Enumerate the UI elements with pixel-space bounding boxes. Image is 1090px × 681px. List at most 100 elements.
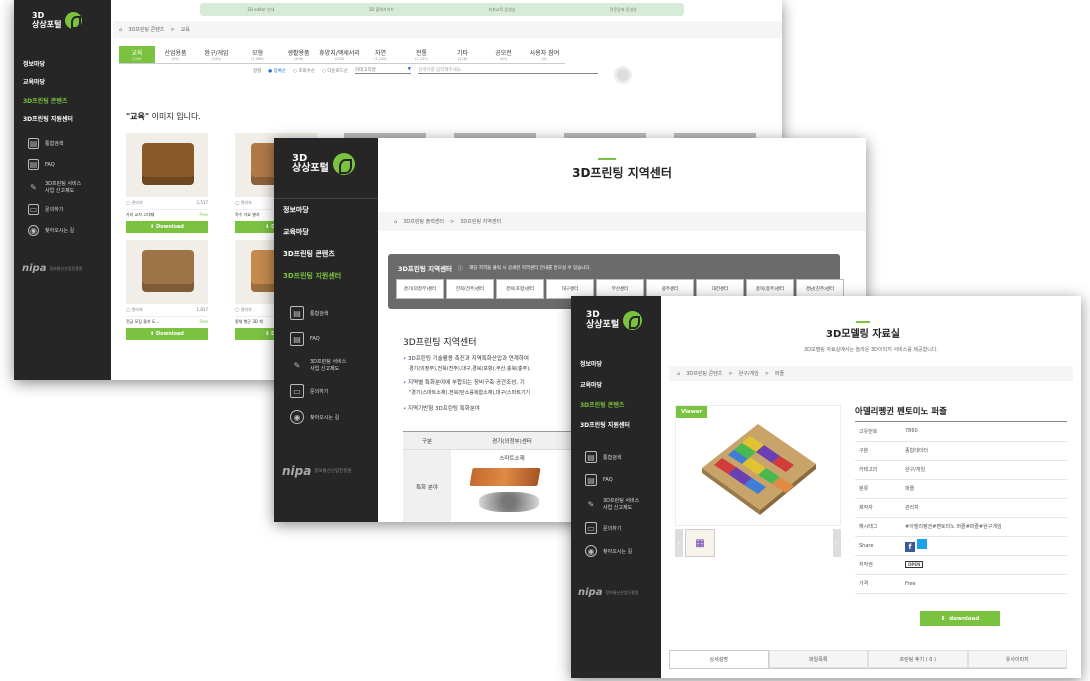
info-value: OPEN (905, 555, 1067, 575)
info-key: 고유번호 (855, 422, 905, 442)
quick-location[interactable]: ◉ 찾아오시는 길 (28, 225, 85, 236)
category-tab[interactable]: 사용자 참여 (8) (524, 46, 565, 63)
model-viewer[interactable]: Viewer (675, 405, 841, 526)
home-icon[interactable]: ⌂ (677, 371, 680, 377)
thumb-prev-button[interactable]: ‹ (675, 529, 683, 557)
card-author: ◯ 관리자 (235, 200, 252, 205)
menu-3d-content[interactable]: 3D프린팅 콘텐츠 (571, 400, 633, 409)
menu-info[interactable]: 정보마당 (571, 359, 611, 368)
quick-contact[interactable]: ▭ 문의하기 (585, 522, 643, 534)
category-count: (1,246) (374, 57, 387, 61)
top-link-editor[interactable]: 3D editor 안내 (247, 7, 274, 13)
category-tab[interactable]: 기타 (218) (442, 46, 483, 63)
menu-info[interactable]: 정보마당 (14, 59, 54, 68)
quick-faq[interactable]: ▤ FAQ (28, 159, 85, 170)
quick-search[interactable]: ▤ 통합검색 (585, 451, 643, 463)
info-key: 분류 (855, 479, 905, 499)
top-link-video[interactable]: 지포교육 동영상 (488, 7, 515, 13)
category-tab[interactable]: 생활용품 (496) (278, 46, 319, 63)
nipa-logo: nipa (22, 263, 47, 274)
category-label: 완구/게임 (204, 50, 229, 57)
facebook-icon[interactable]: f (905, 542, 915, 552)
category-tab[interactable]: 휴양지/액세서리 (236) (319, 46, 360, 63)
category-tab[interactable]: 완구/게임 (345) (196, 46, 237, 63)
quick-location[interactable]: ◉ 찾아오시는 길 (585, 545, 643, 557)
twitter-icon[interactable] (916, 539, 927, 549)
download-button[interactable]: ⬇ download (920, 611, 1000, 626)
quick-faq[interactable]: ▤ FAQ (585, 474, 643, 486)
category-tab[interactable]: 교육 (246) (119, 46, 155, 63)
category-label: 산업용품 (164, 50, 187, 57)
page-title: 3D프린팅 지역센터 (572, 166, 672, 180)
menu-info[interactable]: 정보마당 (274, 205, 318, 215)
card-title[interactable]: 목수 가요 별자 (235, 212, 260, 218)
quick-location[interactable]: ◉ 찾아오시는 길 (290, 410, 350, 424)
info-row: 가격 Free (855, 574, 1067, 594)
breadcrumb: ⌂ 3D프린팅 출력센터 > 3D프린팅 지역센터 (378, 212, 866, 231)
sort-radio-2[interactable]: ○ 조회수순 (293, 68, 315, 74)
home-icon[interactable]: ⌂ (119, 27, 122, 33)
menu-education[interactable]: 교육마당 (571, 380, 611, 389)
menu-3d-content[interactable]: 3D프린팅 콘텐츠 (14, 96, 76, 105)
thumb-next-button[interactable]: › (833, 529, 841, 557)
region-button[interactable]: 경북(포항)센터 (496, 279, 544, 299)
card-author: ◯ 관리자 (126, 200, 143, 205)
quick-report[interactable]: ✎ 3D프린팅 서비스 사업 신고제도 (585, 497, 643, 511)
region-button[interactable]: 경기(의정부)센터 (396, 279, 444, 299)
menu-support-center[interactable]: 3D프린팅 지원센터 (571, 420, 639, 429)
card-title[interactable]: 가리 교자 고대제 (126, 212, 154, 218)
card-title[interactable]: 종체 행군 3D 체 (235, 319, 263, 325)
location-icon: ◉ (28, 225, 39, 236)
region-button[interactable]: 전북(전주)센터 (446, 279, 494, 299)
menu-support-center[interactable]: 3D프린팅 지원센터 (274, 271, 350, 281)
top-link-bar: 3D editor 안내 3D 출력가이드 지포교육 동영상 전문강좌 동영상 (200, 3, 684, 16)
quick-search[interactable]: ▤ 통합검색 (290, 306, 350, 320)
content-card[interactable]: ◯ 관리자 1,817 전금 모집 물자 도... Free ⬇ Download (126, 240, 208, 340)
search-input[interactable]: 검색어를 입력해주세요. (418, 67, 599, 74)
portal-logo[interactable]: 3D 상상포털 (292, 153, 355, 175)
category-tab[interactable]: 자연 (1,246) (360, 46, 401, 63)
category-tab[interactable]: 전통 (1,233) (401, 46, 442, 63)
category-tab[interactable]: 모형 (1,086) (237, 46, 278, 63)
search-button-icon[interactable] (614, 66, 632, 84)
menu-education[interactable]: 교육마당 (14, 77, 54, 86)
leaf-icon (623, 311, 643, 330)
category-label: 교육 (131, 50, 143, 57)
menu-3d-content[interactable]: 3D프린팅 콘텐츠 (274, 249, 344, 259)
detail-tab[interactable]: 유사이미지 (967, 650, 1067, 668)
category-label: 기타 (456, 50, 469, 57)
sort-radio-3[interactable]: ○ 다운로드순 (322, 68, 348, 74)
quick-contact[interactable]: ▭ 문의하기 (28, 204, 85, 215)
leaf-icon (65, 12, 83, 29)
top-link-lecture[interactable]: 전문강좌 동영상 (610, 7, 637, 13)
category-tab[interactable]: 산업용품 (95) (155, 46, 196, 63)
category-select[interactable]: 카테고리명 ▼ (355, 67, 412, 74)
sort-radio-1[interactable]: ● 등록순 (268, 68, 286, 74)
top-link-guide[interactable]: 3D 출력가이드 (369, 7, 394, 13)
title-accent (856, 321, 870, 323)
quick-report[interactable]: ✎ 3D프린팅 서비스 사업 신고제도 (28, 180, 85, 194)
card-download-button[interactable]: ⬇ Download (126, 328, 208, 340)
card-views: 2,517 (196, 200, 208, 205)
quick-search[interactable]: ▤ 통합검색 (28, 138, 85, 149)
detail-tab[interactable]: 파일목록 (768, 650, 868, 668)
menu-support-center[interactable]: 3D프린팅 지원센터 (14, 114, 82, 123)
detail-tab[interactable]: 상세설명 (669, 650, 769, 668)
content-card[interactable]: ◯ 관리자 2,517 가리 교자 고대제 Free ⬇ Download (126, 133, 208, 233)
thumbnail[interactable]: ▦ (685, 529, 715, 557)
card-title[interactable]: 전금 모집 물자 도... (126, 319, 159, 325)
card-download-button[interactable]: ⬇ Download (126, 221, 208, 233)
quick-contact[interactable]: ▭ 문의하기 (290, 384, 350, 398)
category-count: (345) (211, 57, 222, 61)
portal-logo[interactable]: 3D 상상포털 (586, 310, 643, 330)
portal-logo[interactable]: 3D 상상포털 (32, 11, 83, 29)
quick-report[interactable]: ✎ 3D프린팅 서비스 사업 신고제도 (290, 358, 350, 372)
category-tab[interactable]: 공모전 (60) (483, 46, 524, 63)
detail-tab[interactable]: 프린팅 후기 ( 0 ) (868, 650, 968, 668)
page-title: 3D모델링 자료실 (826, 329, 900, 340)
menu-education[interactable]: 교육마당 (274, 227, 318, 237)
model-thumbnail[interactable] (126, 133, 208, 197)
home-icon[interactable]: ⌂ (394, 219, 397, 225)
model-thumbnail[interactable] (126, 240, 208, 304)
quick-faq[interactable]: ▤ FAQ (290, 332, 350, 346)
